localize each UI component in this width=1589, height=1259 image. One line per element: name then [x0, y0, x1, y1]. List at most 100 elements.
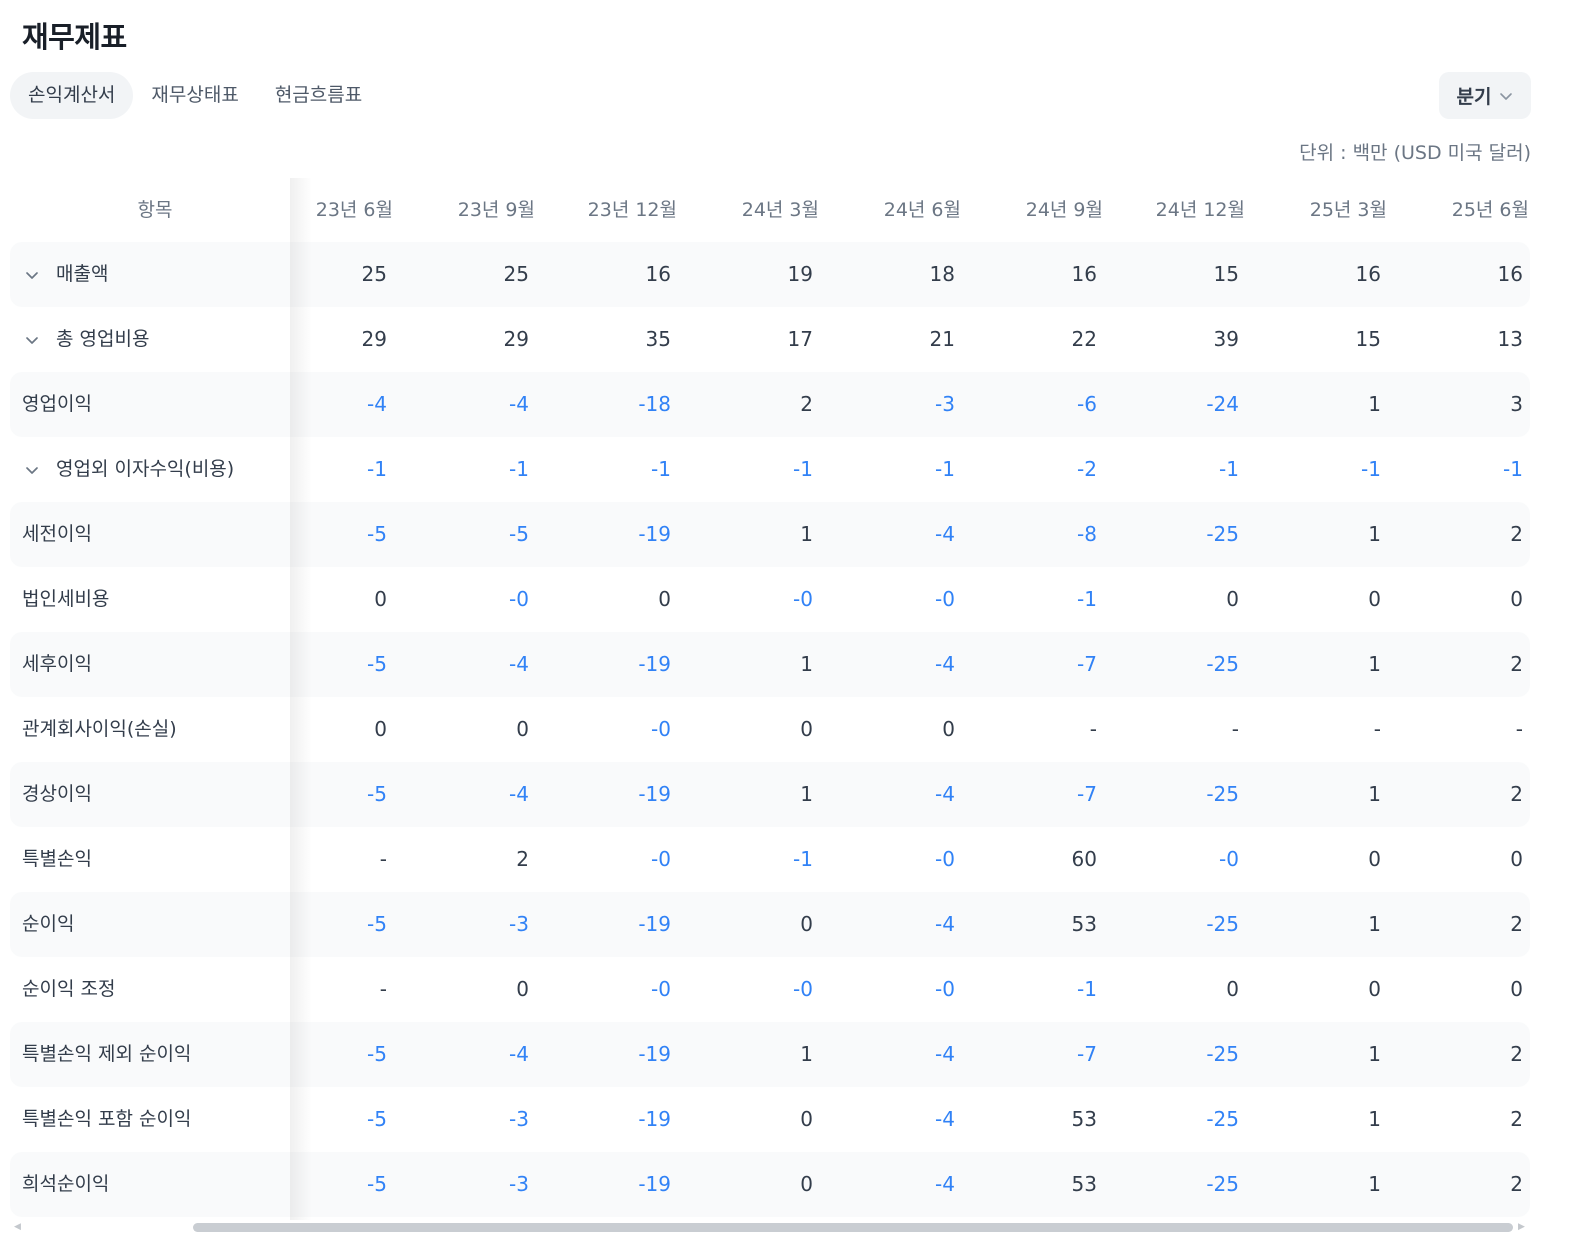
table-row: 순이익 조정 -0 -0 -0 -0 -1 0 0 0: [10, 957, 1530, 1022]
table-cell: 0: [1226, 587, 1239, 611]
row-label: 매출액: [22, 242, 108, 307]
row-label: 경상이익: [22, 762, 92, 827]
table-row[interactable]: 영업외 이자수익(비용) -1 -1 -1 -1 -1 -2 -1 -1 -1: [10, 437, 1530, 502]
column-header: 25년 6월: [1451, 199, 1529, 221]
table-cell: 1: [1368, 1042, 1381, 1066]
table-cell: 35: [645, 327, 671, 351]
row-label-text: 순이익: [22, 913, 75, 935]
table-cell: -5: [367, 782, 387, 806]
tab-income-statement[interactable]: 손익계산서: [10, 72, 134, 119]
table-cell: 0: [516, 977, 529, 1001]
row-label-text: 특별손익: [22, 848, 92, 870]
table-cell: 1: [800, 1042, 813, 1066]
table-cell: 1: [1368, 1107, 1381, 1131]
table-cell: 2: [516, 847, 529, 871]
row-label: 순이익: [22, 892, 74, 957]
column-header: 24년 6월: [883, 199, 961, 221]
table-cell: 1: [800, 522, 813, 546]
scrollbar-thumb[interactable]: [193, 1223, 1513, 1232]
table-cell: -3: [509, 1172, 529, 1196]
table-cell: -5: [367, 912, 387, 936]
table-cell: -1: [1077, 587, 1097, 611]
table-cell: -19: [638, 912, 671, 936]
chevron-down-icon[interactable]: [22, 265, 42, 285]
table-cell: -6: [1077, 392, 1097, 416]
table-cell: -4: [509, 782, 529, 806]
table-cell: -25: [1206, 652, 1239, 676]
table-cell: -5: [367, 1172, 387, 1196]
table-cell: 15: [1213, 262, 1239, 286]
table-cell: -19: [638, 1172, 671, 1196]
table-cell: -19: [638, 1042, 671, 1066]
page-title: 재무제표: [22, 20, 127, 54]
table-row: 경상이익 -5 -4 -19 1 -4 -7 -25 1 2: [10, 762, 1530, 827]
statement-tabs: 손익계산서 재무상태표 현금흐름표: [10, 72, 380, 119]
period-select-label: 분기: [1456, 86, 1492, 108]
scroll-left-icon[interactable]: ◀: [14, 1221, 24, 1233]
table-cell: -4: [935, 1172, 955, 1196]
table-cell: 2: [1510, 1172, 1523, 1196]
row-label-text: 영업이익: [22, 393, 92, 415]
table-cell: -5: [367, 1042, 387, 1066]
table-row[interactable]: 총 영업비용 29 29 35 17 21 22 39 15 13: [10, 307, 1530, 372]
chevron-down-icon[interactable]: [22, 330, 42, 350]
period-select-button[interactable]: 분기: [1439, 72, 1531, 119]
table-cell: -4: [367, 392, 387, 416]
table-row: 세전이익 -5 -5 -19 1 -4 -8 -25 1 2: [10, 502, 1530, 567]
table-cell: -0: [651, 717, 671, 741]
table-cell: 60: [1071, 847, 1097, 871]
row-label: 희석순이익: [22, 1152, 109, 1217]
table-cell: -4: [935, 522, 955, 546]
table-cell: 16: [1355, 262, 1381, 286]
table-cell: 1: [1368, 1172, 1381, 1196]
row-label-text: 관계회사이익(손실): [22, 718, 177, 740]
table-cell: 25: [503, 262, 529, 286]
table-cell: 1: [1368, 782, 1381, 806]
chevron-down-icon[interactable]: [22, 460, 42, 480]
table-cell: -8: [1077, 522, 1097, 546]
table-cell: -4: [935, 1042, 955, 1066]
table-cell: 16: [645, 262, 671, 286]
table-cell: 21: [929, 327, 955, 351]
table-cell: -: [1089, 717, 1097, 741]
row-label-text: 영업외 이자수익(비용): [56, 458, 235, 480]
table-cell: -24: [1206, 392, 1239, 416]
table-cell: 0: [1510, 847, 1523, 871]
unit-label: 단위 : 백만 (USD 미국 달러): [1299, 142, 1531, 164]
column-header-item: 항목: [137, 199, 173, 221]
table-cell: -4: [509, 1042, 529, 1066]
table-header: 항목 23년 6월 23년 9월 23년 12월 24년 3월 24년 6월 24년 9월…: [10, 178, 1530, 242]
table-cell: 1: [1368, 392, 1381, 416]
row-label-text: 특별손익 포함 순이익: [22, 1108, 192, 1130]
table-cell: -: [1515, 717, 1523, 741]
table-row[interactable]: 매출액 25 25 16 19 18 16 15 16 16: [10, 242, 1530, 307]
table-cell: -4: [935, 652, 955, 676]
table-cell: -25: [1206, 522, 1239, 546]
table-cell: -0: [793, 587, 813, 611]
table-cell: 1: [1368, 522, 1381, 546]
horizontal-scrollbar[interactable]: ◀ ▶: [10, 1220, 1530, 1234]
row-label: 순이익 조정: [22, 957, 115, 1022]
table-cell: -0: [651, 977, 671, 1001]
table-cell: 0: [800, 1107, 813, 1131]
table-cell: 29: [503, 327, 529, 351]
scroll-right-icon[interactable]: ▶: [1518, 1221, 1528, 1233]
table-cell: 0: [800, 912, 813, 936]
table-cell: 25: [361, 262, 387, 286]
column-header: 24년 3월: [741, 199, 819, 221]
table-row: 특별손익 포함 순이익 -5 -3 -19 0 -4 53 -25 1 2: [10, 1087, 1530, 1152]
table-cell: -0: [509, 587, 529, 611]
table-cell: -5: [367, 652, 387, 676]
column-header: 23년 12월: [587, 199, 677, 221]
tab-cash-flow[interactable]: 현금흐름표: [257, 72, 380, 119]
table-cell: -3: [935, 392, 955, 416]
table-cell: -4: [509, 392, 529, 416]
tab-balance-sheet[interactable]: 재무상태표: [133, 72, 256, 119]
table-cell: 16: [1497, 262, 1523, 286]
table-cell: -5: [367, 522, 387, 546]
table-cell: -: [1373, 717, 1381, 741]
table-row: 특별손익 - 2 -0 -1 -0 60 -0 0 0: [10, 827, 1530, 892]
row-label-text: 총 영업비용: [56, 328, 150, 350]
table-cell: 0: [374, 587, 387, 611]
row-label-text: 법인세비용: [22, 588, 110, 610]
